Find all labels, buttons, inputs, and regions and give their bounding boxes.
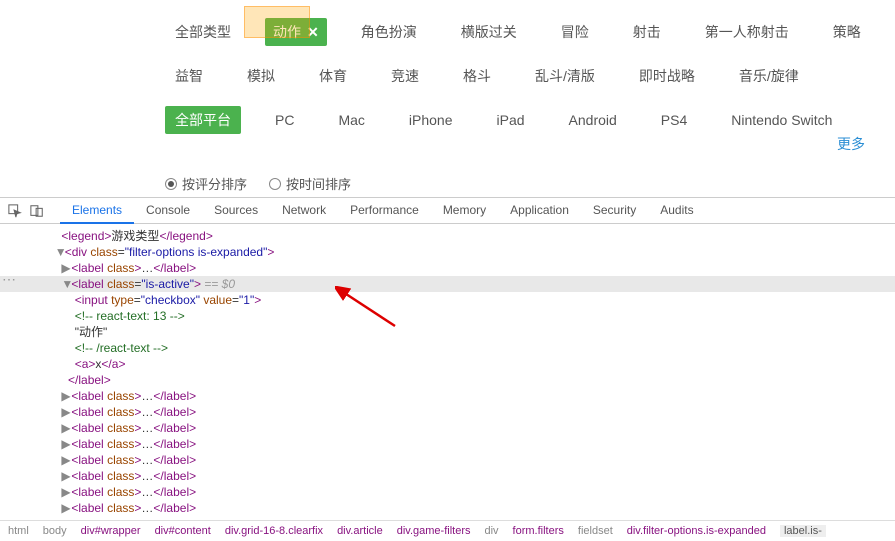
expand-toggle-icon[interactable]: ▶ [61, 452, 71, 468]
expand-toggle-icon[interactable]: ▶ [61, 404, 71, 420]
radio-label: 按时间排序 [286, 174, 351, 193]
breadcrumb-item[interactable]: div.game-filters [397, 525, 471, 537]
breadcrumb-item[interactable]: div.filter-options.is-expanded [627, 525, 766, 537]
type-tag[interactable]: 益智 [165, 62, 213, 90]
type-tag[interactable]: 乱斗/清版 [525, 62, 605, 90]
type-tag[interactable]: 角色扮演 [351, 18, 427, 46]
filter-panel: 全部类型 动作 ✕ 角色扮演 横版过关 冒险 射击 第一人称射击 策略 益智 模… [0, 0, 895, 197]
platform-tag[interactable]: iPad [487, 108, 535, 132]
type-tag[interactable]: 全部类型 [165, 18, 241, 46]
platform-tag[interactable]: Nintendo Switch [721, 108, 842, 132]
elements-tree[interactable]: ⋯ <legend>游戏类型</legend> ▼<div class="fil… [0, 224, 895, 520]
type-tag[interactable]: 竞速 [381, 62, 429, 90]
dom-node[interactable]: <!-- /react-text --> [0, 340, 895, 356]
breadcrumb-item-selected[interactable]: label.is- [780, 525, 826, 537]
tab-elements[interactable]: Elements [60, 198, 134, 224]
expand-toggle-icon[interactable]: ▼ [55, 244, 65, 260]
platform-tag[interactable]: PC [265, 108, 304, 132]
sort-by-rating-radio[interactable]: 按评分排序 [165, 174, 247, 193]
tab-audits[interactable]: Audits [648, 198, 705, 224]
sort-row: 按评分排序 按时间排序 [0, 162, 895, 197]
type-tag[interactable]: 冒险 [551, 18, 599, 46]
type-tag[interactable]: 射击 [623, 18, 671, 46]
dom-node[interactable]: ▶<label class>…</label> [0, 500, 895, 516]
devtools-tabs: Elements Console Sources Network Perform… [60, 198, 706, 224]
tab-application[interactable]: Application [498, 198, 581, 224]
dom-node[interactable]: ▶<label class>…</label> [0, 452, 895, 468]
expand-toggle-icon[interactable]: ▶ [61, 484, 71, 500]
type-tag[interactable]: 横版过关 [451, 18, 527, 46]
dom-node[interactable]: ▶<label class>…</label> [0, 436, 895, 452]
expand-toggle-icon[interactable]: ▶ [61, 500, 71, 516]
sort-by-time-radio[interactable]: 按时间排序 [269, 174, 351, 193]
device-toggle-icon[interactable] [28, 202, 46, 220]
comment-node: <!-- /react-text --> [75, 341, 168, 355]
dom-node[interactable]: ▶<label class>…</label> [0, 404, 895, 420]
expand-toggle-icon[interactable]: ▶ [61, 420, 71, 436]
expand-toggle-icon[interactable]: ▶ [61, 388, 71, 404]
dom-node[interactable]: ▶<label class>…</label> [0, 484, 895, 500]
platform-tag[interactable]: PS4 [651, 108, 697, 132]
breadcrumb-item[interactable]: div#content [155, 525, 211, 537]
platform-tag[interactable]: Android [559, 108, 627, 132]
breadcrumb-item[interactable]: div.grid-16-8.clearfix [225, 525, 323, 537]
dom-node[interactable]: ▶<label class>…</label> [0, 468, 895, 484]
selected-indicator: == $0 [201, 277, 235, 291]
dom-node[interactable]: <a>x</a> [0, 356, 895, 372]
breadcrumb-item[interactable]: html [8, 525, 29, 537]
inspect-highlight-overlay [244, 6, 310, 38]
expand-toggle-icon[interactable]: ▼ [61, 276, 71, 292]
dom-node[interactable]: ▶<label class>…</label> [0, 388, 895, 404]
dom-node[interactable]: ▼<div class="filter-options is-expanded"… [0, 244, 895, 260]
type-tag[interactable]: 第一人称射击 [695, 18, 799, 46]
more-link[interactable]: 更多 [837, 134, 865, 154]
tab-memory[interactable]: Memory [431, 198, 498, 224]
dom-node[interactable]: <legend>游戏类型</legend> [0, 228, 895, 244]
platform-filter-row: 全部平台 PC Mac iPhone iPad Android PS4 Nint… [0, 98, 895, 162]
type-tag[interactable]: 音乐/旋律 [729, 62, 809, 90]
breadcrumb-item[interactable]: body [43, 525, 67, 537]
dom-breadcrumb[interactable]: html body div#wrapper div#content div.gr… [0, 520, 895, 541]
type-tag[interactable]: 即时战略 [629, 62, 705, 90]
tab-network[interactable]: Network [270, 198, 338, 224]
dom-node[interactable]: <input type="checkbox" value="1"> [0, 292, 895, 308]
breadcrumb-item[interactable]: div#wrapper [81, 525, 141, 537]
type-filter-row-2: 益智 模拟 体育 竞速 格斗 乱斗/清版 即时战略 音乐/旋律 [0, 54, 895, 98]
type-filter-row-1: 全部类型 动作 ✕ 角色扮演 横版过关 冒险 射击 第一人称射击 策略 [0, 10, 895, 54]
platform-tag-active[interactable]: 全部平台 [165, 106, 241, 134]
platform-tag[interactable]: iPhone [399, 108, 463, 132]
radio-label: 按评分排序 [182, 174, 247, 193]
dom-node-selected[interactable]: ▼<label class="is-active"> == $0 [0, 276, 895, 292]
tab-console[interactable]: Console [134, 198, 202, 224]
tab-security[interactable]: Security [581, 198, 648, 224]
radio-icon [165, 178, 177, 190]
dom-node[interactable]: <!-- react-text: 13 --> [0, 308, 895, 324]
breadcrumb-item[interactable]: div [484, 525, 498, 537]
type-tag[interactable]: 策略 [823, 18, 871, 46]
tab-sources[interactable]: Sources [202, 198, 270, 224]
breadcrumb-item[interactable]: form.filters [513, 525, 564, 537]
inspect-element-icon[interactable] [6, 202, 24, 220]
dom-node[interactable]: ▶<label class>…</label> [0, 420, 895, 436]
type-tag[interactable]: 模拟 [237, 62, 285, 90]
expand-toggle-icon[interactable]: ▶ [61, 436, 71, 452]
devtools-panel: Elements Console Sources Network Perform… [0, 197, 895, 541]
dom-node[interactable]: "动作" [0, 324, 895, 340]
devtools-toolbar: Elements Console Sources Network Perform… [0, 198, 895, 224]
breadcrumb-item[interactable]: div.article [337, 525, 383, 537]
platform-tag[interactable]: Mac [328, 108, 374, 132]
comment-node: <!-- react-text: 13 --> [75, 309, 185, 323]
dom-node[interactable]: ▶<label class>…</label> [0, 260, 895, 276]
tab-performance[interactable]: Performance [338, 198, 431, 224]
type-tag[interactable]: 体育 [309, 62, 357, 90]
breadcrumb-item[interactable]: fieldset [578, 525, 613, 537]
dom-node[interactable]: </label> [0, 372, 895, 388]
overflow-indicator: ⋯ [0, 271, 16, 288]
radio-icon [269, 178, 281, 190]
expand-toggle-icon[interactable]: ▶ [61, 468, 71, 484]
text-node: "动作" [75, 325, 108, 339]
expand-toggle-icon[interactable]: ▶ [61, 260, 71, 276]
type-tag[interactable]: 格斗 [453, 62, 501, 90]
legend-text: 游戏类型 [111, 229, 159, 243]
